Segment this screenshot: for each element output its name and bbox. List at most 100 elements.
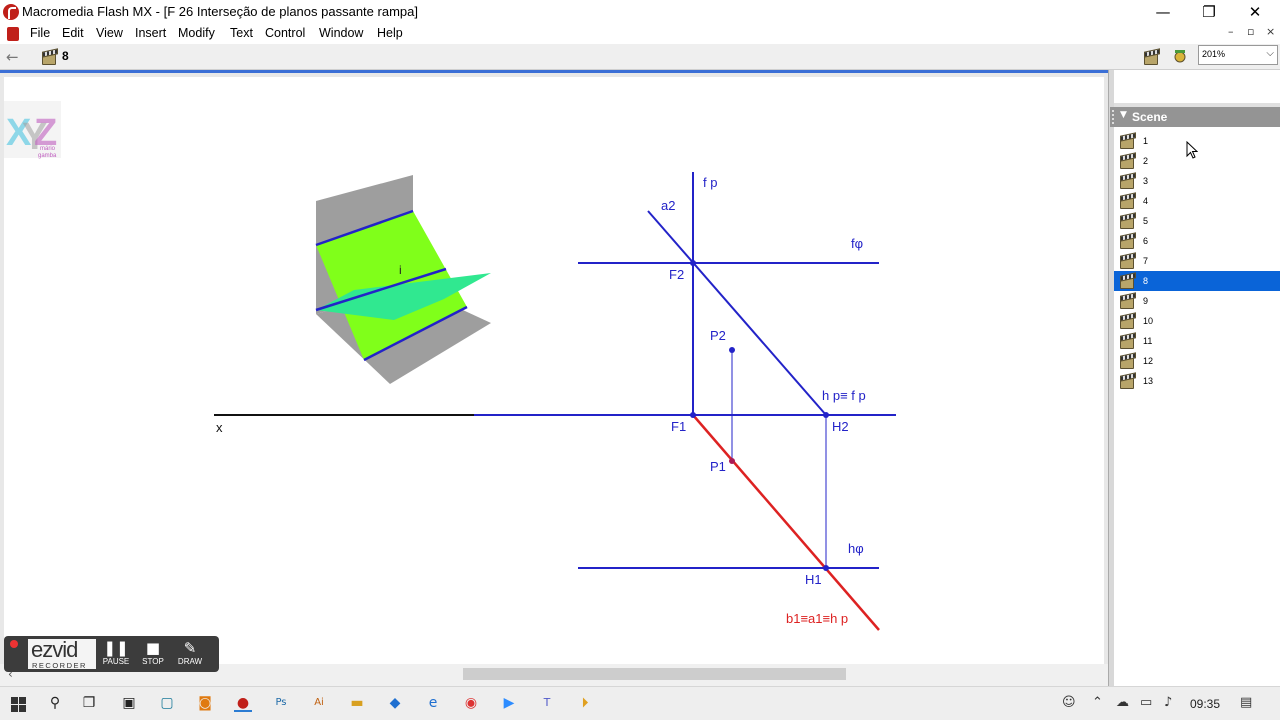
scene-panel-header[interactable]: ▼ Scene [1110, 107, 1280, 127]
scene-item-label: 12 [1143, 356, 1154, 366]
scroll-thumb[interactable] [463, 668, 846, 680]
label-p2: P2 [710, 328, 726, 343]
zoom-select[interactable]: 201% ⌵ [1198, 45, 1278, 65]
point-h1 [823, 565, 829, 571]
scene-item-11[interactable]: 11 [1114, 331, 1280, 351]
doc-close-button[interactable]: × [1266, 25, 1275, 38]
menu-window[interactable]: Window [319, 26, 363, 40]
pause-icon: ❚❚ [103, 639, 129, 657]
label-x: x [216, 420, 223, 435]
scene-item-label: 1 [1143, 136, 1149, 146]
scene-panel-title: Scene [1132, 110, 1168, 124]
mouse-cursor-icon [1186, 141, 1198, 159]
scene-item-6[interactable]: 6 [1114, 231, 1280, 251]
draw-button[interactable]: ✎ DRAW [172, 639, 208, 669]
people-icon[interactable]: ☺ [1062, 695, 1076, 710]
minimize-button[interactable]: — [1140, 0, 1186, 24]
menu-text[interactable]: Text [230, 26, 253, 40]
edit-scene-icon[interactable] [1144, 54, 1158, 65]
point-f2 [690, 260, 696, 266]
scene-item-7[interactable]: 7 [1114, 251, 1280, 271]
store-icon[interactable]: ▣ [120, 694, 138, 712]
search-icon[interactable]: ⚲ [46, 694, 64, 712]
scene-item-4[interactable]: 4 [1114, 191, 1280, 211]
doc-restore-button[interactable]: ▫ [1247, 25, 1254, 38]
edge-icon[interactable]: e [424, 694, 442, 712]
battery-icon[interactable]: ▭ [1140, 695, 1152, 710]
label-fp: f p [703, 175, 717, 190]
document-icon[interactable] [7, 27, 19, 41]
scene-item-13[interactable]: 13 [1114, 371, 1280, 391]
zoom-app-icon[interactable]: ▶ [500, 694, 518, 712]
menu-control[interactable]: Control [265, 26, 305, 40]
draw-label: DRAW [177, 657, 203, 666]
volume-icon[interactable]: ♪ [1164, 695, 1172, 710]
chevron-down-icon: ⌵ [1266, 48, 1274, 59]
menu-help[interactable]: Help [377, 26, 403, 40]
point-f1 [690, 412, 696, 418]
stop-icon: ■ [145, 639, 161, 657]
photoshop-icon[interactable]: Ps [272, 694, 290, 712]
point-p1 [729, 458, 735, 464]
perspective-illustration: i [315, 175, 491, 384]
scene-item-10[interactable]: 10 [1114, 311, 1280, 331]
chrome-icon[interactable]: ◉ [462, 694, 480, 712]
flash-taskbar-icon[interactable]: ● [234, 694, 252, 712]
menu-insert[interactable]: Insert [135, 26, 166, 40]
stop-label: STOP [142, 657, 164, 666]
b1-trace-line [692, 414, 880, 631]
doc-minimize-button[interactable]: – [1228, 25, 1234, 38]
close-button[interactable]: ✕ [1232, 0, 1278, 24]
scene-item-5[interactable]: 5 [1114, 211, 1280, 231]
xyz-logo: X Y Z mário gamba [4, 101, 61, 159]
point-p2 [729, 347, 735, 353]
task-view-icon[interactable]: ❐ [80, 694, 98, 712]
cloud-icon[interactable]: ☁ [1116, 695, 1129, 710]
scene-clapper-icon [1120, 218, 1134, 229]
pause-label: PAUSE [102, 657, 130, 666]
scene-item-label: 6 [1143, 236, 1149, 246]
grip-icon[interactable] [1112, 110, 1116, 124]
menu-file[interactable]: File [30, 26, 50, 40]
windows-start-icon[interactable] [11, 697, 26, 712]
back-arrow-icon[interactable]: ← [6, 48, 19, 66]
menu-edit[interactable]: Edit [62, 26, 84, 40]
vscode-icon[interactable]: ◆ [386, 694, 404, 712]
scene-clapper-icon [1120, 158, 1134, 169]
logo-caption-1: mário [40, 146, 56, 152]
illustrator-icon[interactable]: Ai [310, 694, 328, 712]
scene-item-8[interactable]: 8 [1114, 271, 1280, 291]
maximize-button[interactable]: ❐ [1186, 0, 1232, 24]
ezvid-recorder-overlay: ezvid RECORDER ❚❚ PAUSE ■ STOP ✎ DRAW [4, 636, 219, 672]
current-scene-label: 8 [62, 49, 69, 63]
scene-item-9[interactable]: 9 [1114, 291, 1280, 311]
scene-clapper-icon [1120, 298, 1134, 309]
taskbar-clock[interactable]: 09:35 [1190, 697, 1220, 711]
scene-item-label: 10 [1143, 316, 1154, 326]
scene-clapper-icon [1120, 378, 1134, 389]
file-explorer-icon[interactable]: ▬ [348, 694, 366, 712]
label-h1: H1 [805, 572, 822, 587]
edit-symbols-icon[interactable] [1172, 49, 1188, 63]
chevron-up-icon[interactable]: ⌃ [1092, 695, 1103, 710]
pause-button[interactable]: ❚❚ PAUSE [98, 639, 134, 669]
label-f1: F1 [671, 419, 686, 434]
stop-button[interactable]: ■ STOP [135, 639, 171, 669]
scene-clapper-icon [1120, 238, 1134, 249]
scene-item-3[interactable]: 3 [1114, 171, 1280, 191]
menu-modify[interactable]: Modify [178, 26, 215, 40]
scene-item-12[interactable]: 12 [1114, 351, 1280, 371]
menu-view[interactable]: View [96, 26, 123, 40]
screen-app-icon[interactable]: ▢ [158, 694, 176, 712]
office-app-icon[interactable]: ◙ [196, 694, 214, 712]
scene-item-label: 2 [1143, 156, 1149, 166]
zoom-value: 201% [1202, 49, 1226, 59]
media-player-icon[interactable]: ⏵ [576, 694, 594, 712]
scene-item-label: 11 [1143, 336, 1153, 346]
scene-clapper-icon [1120, 338, 1134, 349]
stage-canvas[interactable]: X Y Z mário gamba i f p a2 fφ F2 P2 h p≡… [4, 77, 1104, 669]
notifications-icon[interactable]: ▤ [1240, 695, 1252, 710]
collapse-triangle-icon[interactable]: ▼ [1120, 110, 1127, 120]
teams-icon[interactable]: T [538, 694, 556, 712]
windows-taskbar: ⚲ ❐ ▣ ▢ ◙ ● Ps Ai ▬ ◆ e ◉ ▶ T ⏵ ☺ ⌃ ☁ ▭ … [0, 686, 1280, 720]
